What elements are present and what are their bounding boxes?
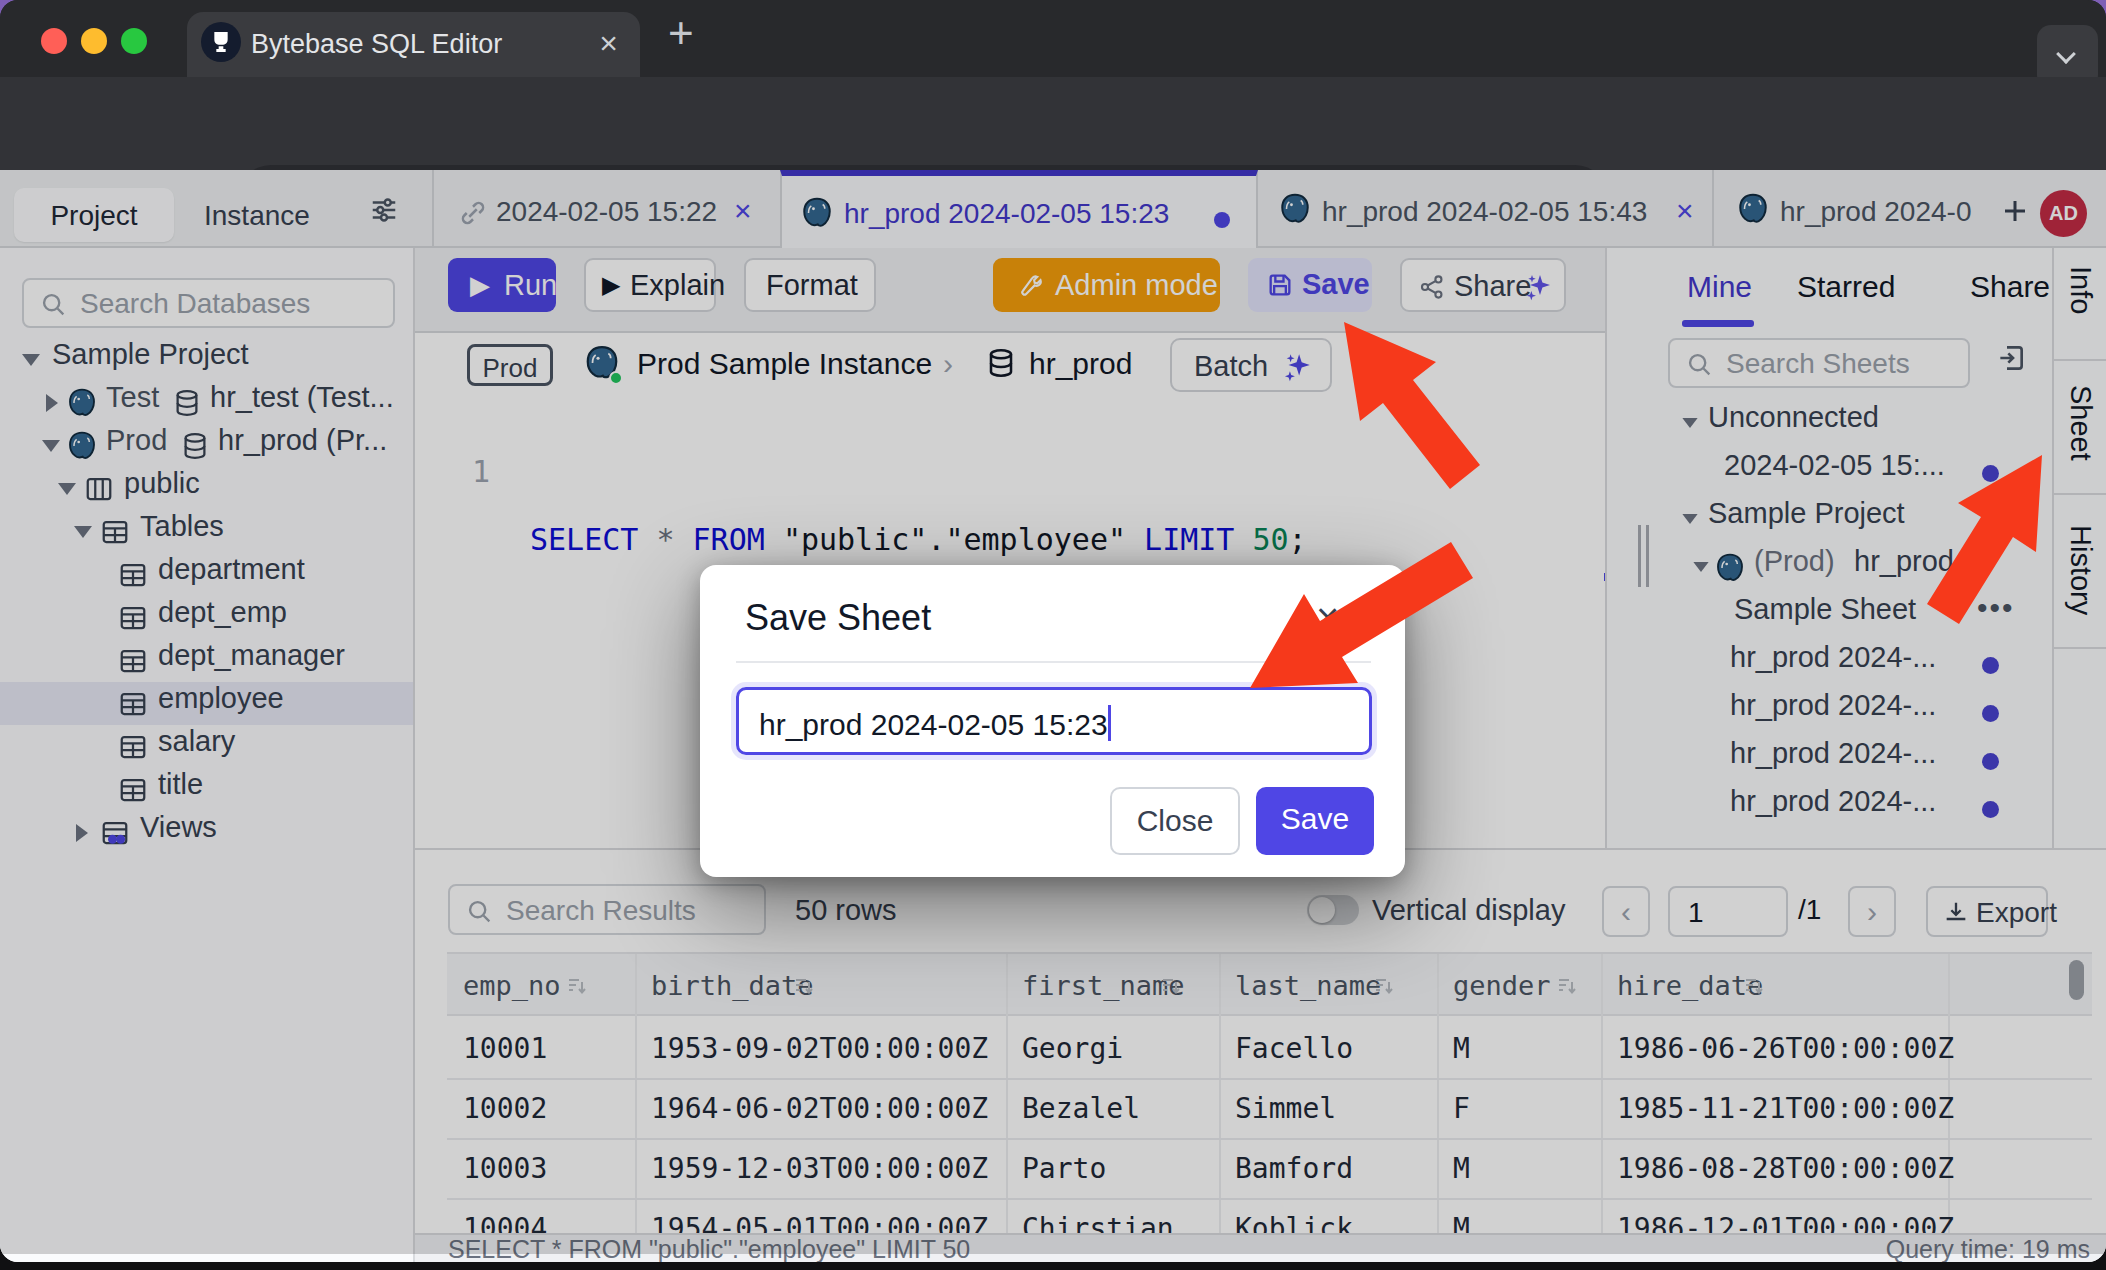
- chevron-down-icon: [2056, 44, 2076, 64]
- dialog-close-button[interactable]: Close: [1110, 787, 1240, 855]
- mac-minimize-button[interactable]: [81, 28, 107, 54]
- new-tab-icon[interactable]: +: [668, 8, 694, 58]
- mac-zoom-button[interactable]: [121, 28, 147, 54]
- chrome-tab-strip: Bytebase SQL Editor × +: [0, 0, 2106, 77]
- mac-close-button[interactable]: [41, 28, 67, 54]
- dialog-save-button[interactable]: Save: [1256, 787, 1374, 855]
- chrome-tab[interactable]: Bytebase SQL Editor ×: [187, 12, 640, 77]
- text-cursor: [1108, 705, 1111, 741]
- dialog-divider: [736, 661, 1371, 663]
- sheet-name-input[interactable]: hr_prod 2024-02-05 15:23: [736, 687, 1372, 755]
- save-sheet-dialog: Save Sheet × hr_prod 2024-02-05 15:23 Cl…: [700, 565, 1405, 877]
- chrome-tab-title: Bytebase SQL Editor: [251, 29, 502, 60]
- browser-window: Bytebase SQL Editor × + ← → ⟳ localhost:…: [0, 0, 2106, 1262]
- bytebase-favicon: [201, 22, 241, 62]
- chrome-toolbar: ← → ⟳ localhost:8080/sql-editor/prod-sam…: [0, 77, 2106, 170]
- dialog-close-icon[interactable]: ×: [1316, 595, 1339, 640]
- chrome-tab-close-icon[interactable]: ×: [599, 25, 618, 62]
- dialog-title: Save Sheet: [745, 597, 931, 639]
